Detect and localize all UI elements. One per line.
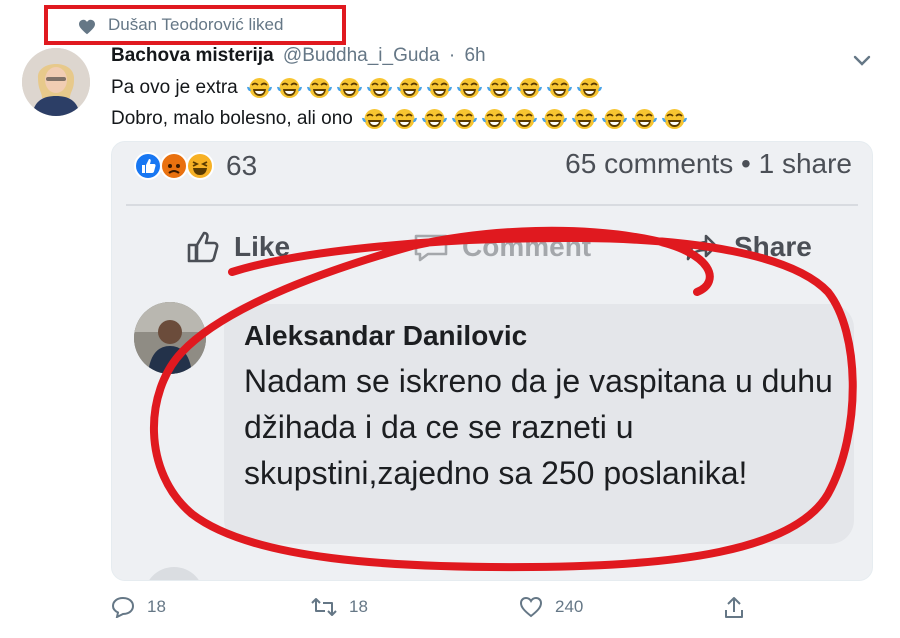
like-button[interactable]: 240 bbox=[519, 596, 583, 618]
tweet-header: Bachova misterija @Buddha_i_Guda · 6h bbox=[111, 45, 486, 67]
liked-by-text[interactable]: Dušan Teodorović liked bbox=[108, 15, 283, 35]
chevron-down-icon[interactable] bbox=[852, 54, 872, 68]
tweet-text-line-1: Pa ovo je extra bbox=[111, 76, 603, 100]
facebook-action-bar: Like Comment Share bbox=[112, 222, 872, 268]
tears-of-joy-icon bbox=[396, 76, 423, 100]
tears-of-joy-icon bbox=[631, 107, 658, 131]
tears-of-joy-icon bbox=[426, 76, 453, 100]
reaction-count: 63 bbox=[226, 150, 258, 181]
next-comment-avatar bbox=[144, 567, 204, 580]
reply-icon bbox=[111, 596, 135, 618]
tears-of-joy-icon bbox=[546, 76, 573, 100]
tears-of-joy-icon bbox=[576, 76, 603, 100]
share-arrow-icon bbox=[686, 234, 718, 261]
commenter-name: Aleksandar Danilovic bbox=[244, 320, 528, 351]
tears-of-joy-icon bbox=[511, 107, 538, 131]
tweet-text: Pa ovo je extra bbox=[111, 77, 238, 98]
heart-icon bbox=[79, 19, 95, 35]
tears-of-joy-icon bbox=[661, 107, 688, 131]
retweet-button[interactable]: 18 bbox=[311, 596, 368, 618]
tears-of-joy-icon bbox=[421, 107, 448, 131]
tears-of-joy-icon bbox=[366, 76, 393, 100]
like-count: 240 bbox=[555, 597, 584, 616]
tears-of-joy-icon bbox=[456, 76, 483, 100]
angry-reaction-icon bbox=[160, 152, 188, 180]
tears-of-joy-icon bbox=[391, 107, 418, 131]
liked-by-banner: Dušan Teodorović liked bbox=[44, 5, 346, 45]
retweet-count: 18 bbox=[349, 597, 368, 616]
retweet-icon bbox=[311, 598, 337, 616]
author-handle[interactable]: @Buddha_i_Guda bbox=[283, 45, 440, 66]
attached-image[interactable]: 63 65 comments • 1 share Like Comment Sh… bbox=[111, 141, 873, 581]
tweet-time[interactable]: 6h bbox=[464, 45, 485, 66]
haha-reaction-icon bbox=[186, 152, 214, 180]
divider bbox=[126, 204, 858, 206]
share-label: Share bbox=[734, 231, 812, 262]
author-avatar[interactable] bbox=[22, 48, 90, 116]
author-name[interactable]: Bachova misterija bbox=[111, 45, 274, 66]
reply-count: 18 bbox=[147, 597, 166, 616]
like-label: Like bbox=[234, 231, 291, 262]
tears-of-joy-icon bbox=[336, 76, 363, 100]
comments-share-count: 65 comments • 1 share bbox=[565, 148, 852, 179]
reaction-summary: 63 bbox=[134, 150, 257, 182]
tears-of-joy-icon bbox=[246, 76, 273, 100]
emoji-row-2 bbox=[361, 107, 688, 131]
tears-of-joy-icon bbox=[571, 107, 598, 131]
tears-of-joy-icon bbox=[601, 107, 628, 131]
tears-of-joy-icon bbox=[451, 107, 478, 131]
share-icon bbox=[725, 597, 743, 618]
header-separator: · bbox=[448, 45, 456, 66]
comment-label: Comment bbox=[462, 231, 592, 262]
tweet-text-line-2: Dobro, malo bolesno, ali ono bbox=[111, 107, 688, 131]
tears-of-joy-icon bbox=[276, 76, 303, 100]
heart-outline-icon bbox=[519, 596, 543, 618]
facebook-like-action: Like bbox=[184, 228, 290, 266]
tears-of-joy-icon bbox=[516, 76, 543, 100]
tears-of-joy-icon bbox=[486, 76, 513, 100]
thumbs-up-icon bbox=[187, 231, 219, 263]
emoji-row-1 bbox=[246, 76, 603, 100]
tears-of-joy-icon bbox=[481, 107, 508, 131]
comment-bubble-icon bbox=[414, 234, 448, 262]
facebook-share-action: Share bbox=[684, 228, 812, 266]
tweet-text: Dobro, malo bolesno, ali ono bbox=[111, 108, 353, 129]
tears-of-joy-icon bbox=[361, 107, 388, 131]
commenter-avatar bbox=[134, 302, 206, 374]
comment-text: Nadam se iskreno da je vaspitana u duhu … bbox=[244, 363, 833, 491]
tweet-action-bar: 18 18 240 bbox=[111, 594, 871, 624]
reply-button[interactable]: 18 bbox=[111, 596, 166, 618]
facebook-comment-action: Comment bbox=[412, 228, 591, 266]
comment-bubble: Aleksandar Danilovic Nadam se iskreno da… bbox=[224, 304, 854, 544]
share-button[interactable] bbox=[723, 596, 757, 620]
tears-of-joy-icon bbox=[541, 107, 568, 131]
tears-of-joy-icon bbox=[306, 76, 333, 100]
like-reaction-icon bbox=[134, 152, 162, 180]
